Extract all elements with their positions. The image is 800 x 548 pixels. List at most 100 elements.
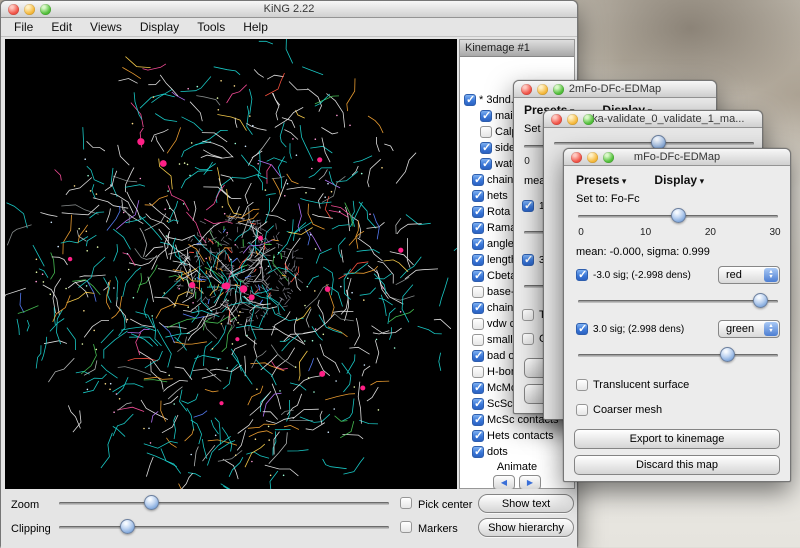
main-menubar: File Edit Views Display Tools Help xyxy=(1,18,577,37)
show-text-button[interactable]: Show text xyxy=(478,494,574,513)
translucent-checkbox[interactable] xyxy=(522,309,534,321)
translucent-label: Translucent surface xyxy=(593,379,689,391)
menu-display[interactable]: Display xyxy=(131,20,188,34)
main-window-title: KiNG 2.22 xyxy=(1,1,577,17)
kinemage-row-checkbox[interactable] xyxy=(472,286,484,298)
markers-label: Markers xyxy=(418,523,458,535)
menu-help[interactable]: Help xyxy=(234,20,277,34)
neg-contour-checkbox[interactable] xyxy=(576,269,588,281)
maximize-icon[interactable] xyxy=(553,84,564,95)
pos-contour-checkbox[interactable] xyxy=(576,323,588,335)
pos-contour-color-popup[interactable]: green ▲▼ xyxy=(718,320,780,338)
slider-track xyxy=(59,502,389,505)
zoom-slider[interactable] xyxy=(57,495,391,511)
kinemage-row-checkbox[interactable] xyxy=(472,334,484,346)
pos-contour-slider[interactable] xyxy=(576,347,780,363)
set-to-label: Set to: Fo-Fc xyxy=(576,193,640,205)
level-slider[interactable] xyxy=(576,208,780,224)
kinemage-row-checkbox[interactable] xyxy=(472,366,484,378)
contour1-checkbox[interactable] xyxy=(522,200,534,212)
slider-thumb[interactable] xyxy=(753,293,768,308)
kinemage-row-checkbox[interactable] xyxy=(472,270,484,282)
menu-views[interactable]: Views xyxy=(81,20,131,34)
kinemage-row-checkbox[interactable] xyxy=(472,446,484,458)
coarser-mesh-checkbox[interactable] xyxy=(522,333,534,345)
slider-track xyxy=(578,354,778,357)
translucent-row: Translucent surface xyxy=(576,379,689,391)
menu-edit[interactable]: Edit xyxy=(42,20,81,34)
minimize-icon[interactable] xyxy=(587,152,598,163)
main-titlebar[interactable]: KiNG 2.22 xyxy=(1,1,577,18)
clipping-slider[interactable] xyxy=(57,519,391,535)
menu-file[interactable]: File xyxy=(5,20,42,34)
contour2-checkbox[interactable] xyxy=(522,254,534,266)
kinemage-row-checkbox[interactable] xyxy=(472,318,484,330)
presets-menu[interactable]: Presets xyxy=(576,173,626,187)
minimize-icon[interactable] xyxy=(537,84,548,95)
markers-checkbox[interactable] xyxy=(400,521,412,533)
close-icon[interactable] xyxy=(571,152,582,163)
contour-row: -3.0 sig; (-2.998 dens) red ▲▼ xyxy=(576,266,780,284)
maximize-icon[interactable] xyxy=(603,152,614,163)
close-icon[interactable] xyxy=(8,4,19,15)
kinemage-row-checkbox[interactable] xyxy=(464,94,476,106)
display-menu[interactable]: Display xyxy=(654,173,704,187)
kinemage-row-checkbox[interactable] xyxy=(480,126,492,138)
front-map-titlebar[interactable]: mFo-DFc-EDMap xyxy=(564,149,790,166)
pos-contour-label: 3.0 sig; (2.998 dens) xyxy=(593,324,684,335)
export-kinemage-button[interactable]: Export to kinemage xyxy=(574,429,780,449)
kinemage-row: dots xyxy=(460,444,574,460)
slider-thumb[interactable] xyxy=(144,495,159,510)
molecule-render[interactable] xyxy=(5,39,457,489)
slider-thumb[interactable] xyxy=(671,208,686,223)
coarser-mesh-checkbox[interactable] xyxy=(576,404,588,416)
pick-center-checkbox[interactable] xyxy=(400,497,412,509)
neg-contour-slider[interactable] xyxy=(576,293,780,309)
close-icon[interactable] xyxy=(521,84,532,95)
pick-center-label: Pick center xyxy=(418,499,472,511)
front-map-window: mFo-DFc-EDMap Presets Display Set to: Fo… xyxy=(563,148,791,482)
kinemage-row-checkbox[interactable] xyxy=(480,158,492,170)
show-hierarchy-button[interactable]: Show hierarchy xyxy=(478,518,574,537)
kinemage-row-checkbox[interactable] xyxy=(472,430,484,442)
kinemage-row-checkbox[interactable] xyxy=(472,238,484,250)
maximize-icon[interactable] xyxy=(583,114,594,125)
slider-thumb[interactable] xyxy=(720,347,735,362)
kinemage-row-checkbox[interactable] xyxy=(472,350,484,362)
menu-tools[interactable]: Tools xyxy=(188,20,234,34)
slider-thumb[interactable] xyxy=(120,519,135,534)
close-icon[interactable] xyxy=(551,114,562,125)
kinemage-row-checkbox[interactable] xyxy=(480,142,492,154)
discard-map-button[interactable]: Discard this map xyxy=(574,455,780,475)
tick-label: 10 xyxy=(640,227,651,238)
maximize-icon[interactable] xyxy=(40,4,51,15)
map-file-titlebar[interactable]: pka-validate_0_validate_1_ma... xyxy=(544,111,762,128)
kinemage-panel-header: Kinemage #1 xyxy=(460,40,574,57)
kinemage-row-checkbox[interactable] xyxy=(472,222,484,234)
animate-next-button[interactable]: ▶ xyxy=(519,475,541,490)
kinemage-row-checkbox[interactable] xyxy=(472,174,484,186)
kinemage-row-checkbox[interactable] xyxy=(472,382,484,394)
translucent-checkbox[interactable] xyxy=(576,379,588,391)
kinemage-row-label: Hets contacts xyxy=(487,430,554,442)
minimize-icon[interactable] xyxy=(567,114,578,125)
kinemage-row-checkbox[interactable] xyxy=(472,302,484,314)
back-map-titlebar[interactable]: 2mFo-DFc-EDMap xyxy=(514,81,716,98)
kinemage-row: Hets contacts xyxy=(460,428,574,444)
kinemage-row-checkbox[interactable] xyxy=(472,190,484,202)
kinemage-row-checkbox[interactable] xyxy=(480,110,492,122)
kinemage-row-checkbox[interactable] xyxy=(472,254,484,266)
clipping-label: Clipping xyxy=(11,523,51,535)
kinemage-row-label: hets xyxy=(487,190,508,202)
pos-contour-color-value: green xyxy=(726,323,754,335)
minimize-icon[interactable] xyxy=(24,4,35,15)
slider-ticks: 0 10 20 30 xyxy=(581,227,775,238)
animate-prev-button[interactable]: ◀ xyxy=(493,475,515,490)
window-controls xyxy=(551,114,594,125)
neg-contour-color-value: red xyxy=(726,269,742,281)
neg-contour-color-popup[interactable]: red ▲▼ xyxy=(718,266,780,284)
kinemage-row-checkbox[interactable] xyxy=(472,398,484,410)
kinemage-row-checkbox[interactable] xyxy=(472,414,484,426)
popup-arrows-icon: ▲▼ xyxy=(764,322,778,336)
kinemage-row-checkbox[interactable] xyxy=(472,206,484,218)
